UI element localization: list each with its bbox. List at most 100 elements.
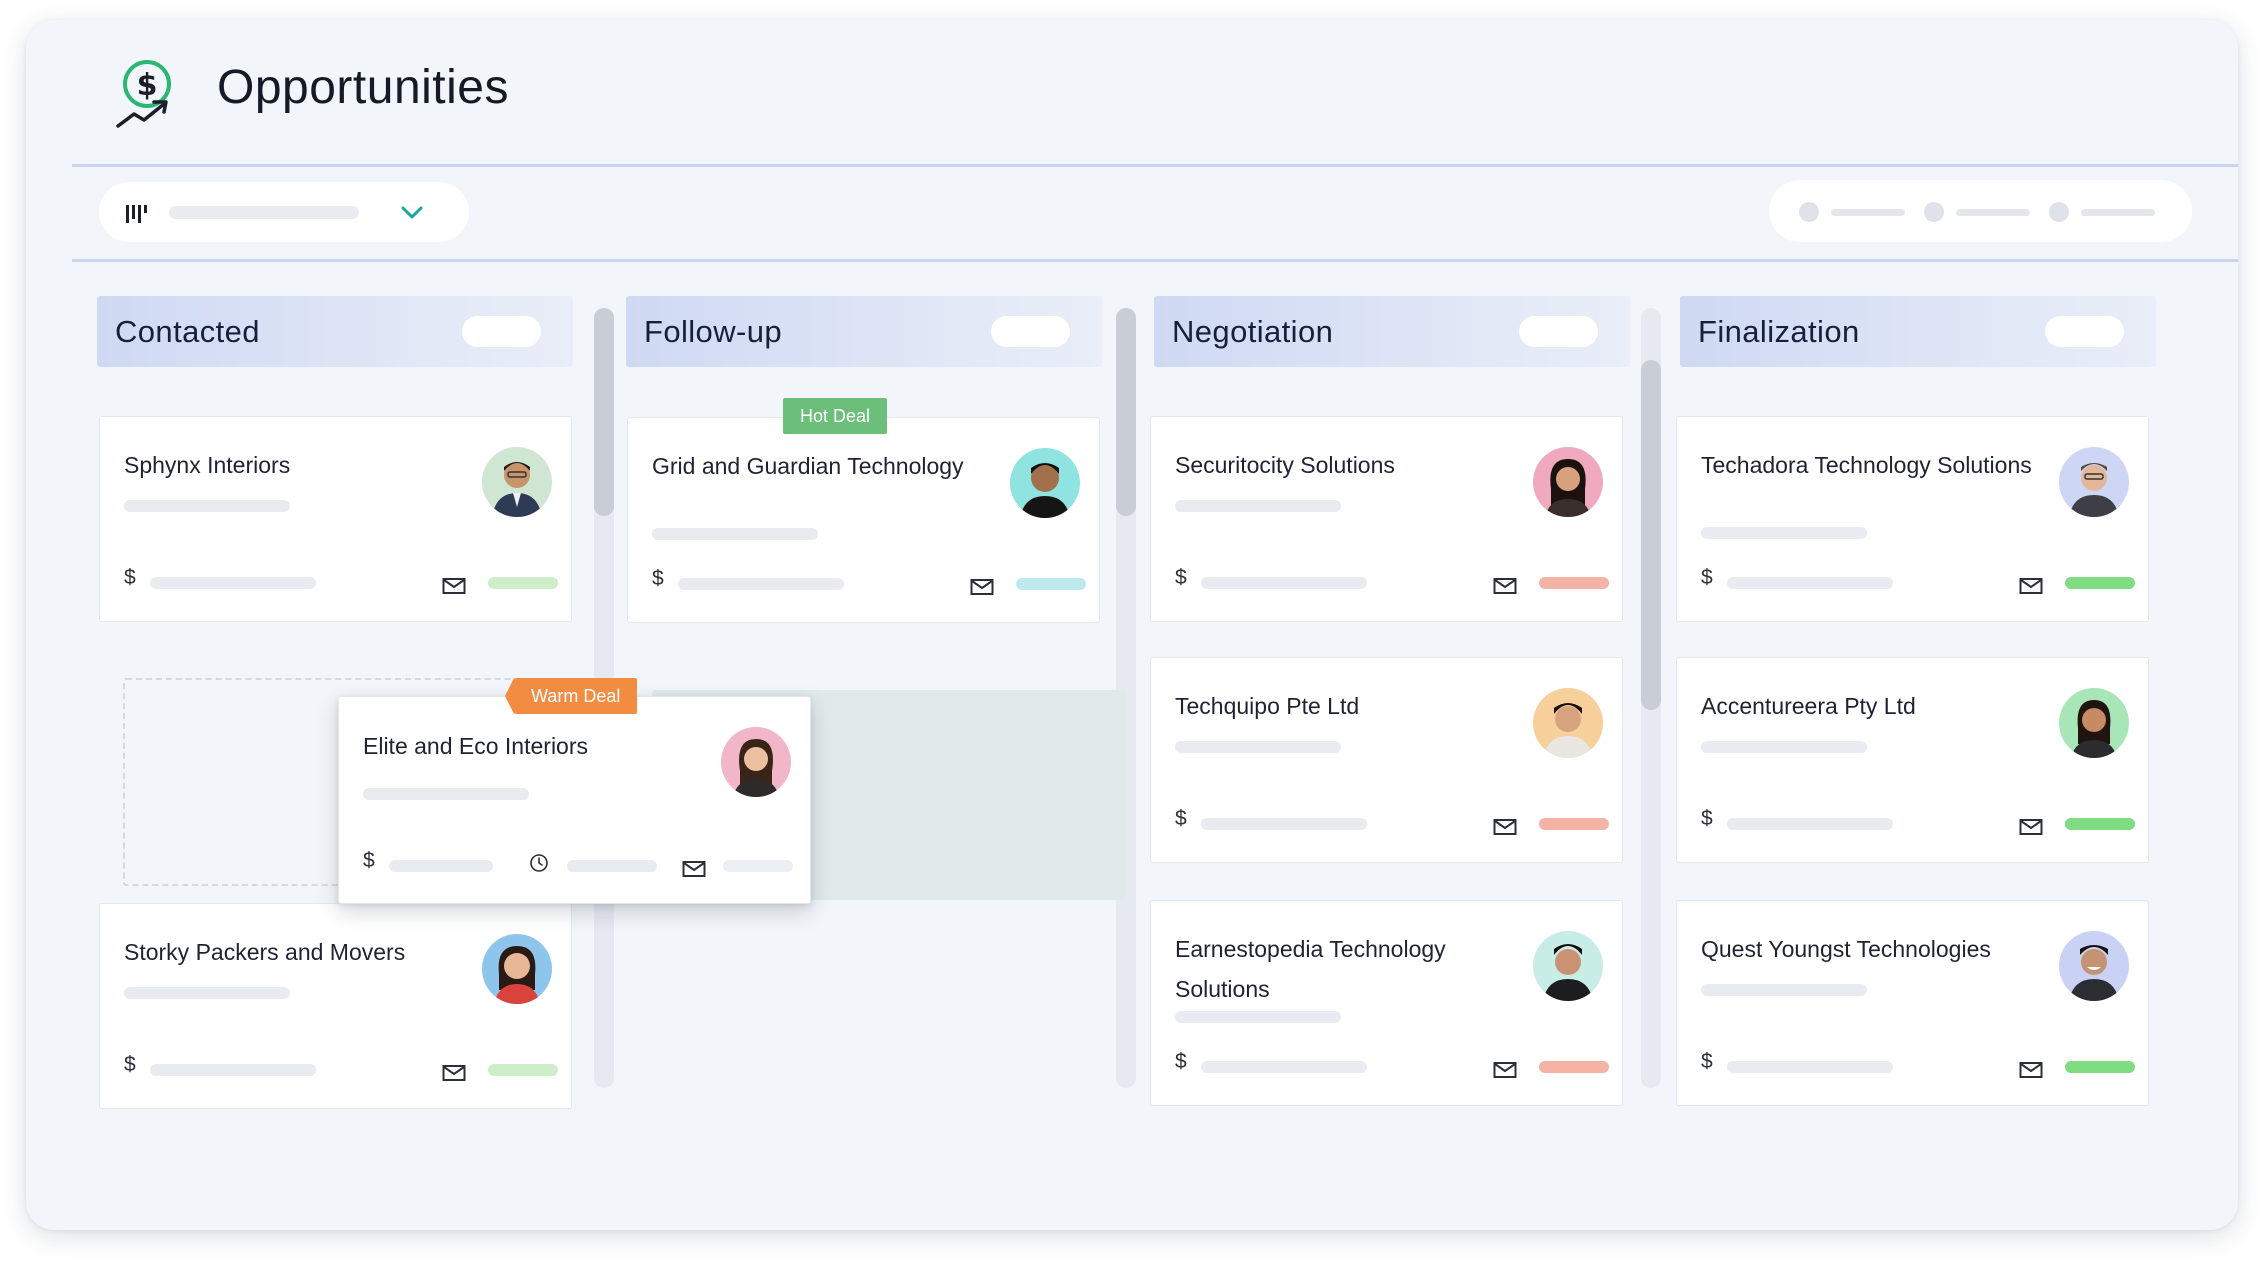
status-indicator <box>723 860 793 872</box>
filter-option-placeholder <box>1956 209 2030 216</box>
deal-card[interactable]: Techadora Technology Solutions $ <box>1676 416 2149 622</box>
company-name: Grid and Guardian Technology <box>652 453 964 479</box>
detail-placeholder <box>1701 984 1867 996</box>
deal-card[interactable]: Accentureera Pty Ltd $ <box>1676 657 2149 863</box>
mail-icon[interactable] <box>1493 577 1517 595</box>
status-indicator <box>1539 577 1609 589</box>
toolbar-divider <box>72 259 2238 262</box>
avatar <box>1010 448 1080 518</box>
app-window: $ Opportunities Contacted Follow-up Nego… <box>26 20 2238 1230</box>
amount-currency: $ <box>1701 807 1713 830</box>
deal-card[interactable]: Quest Youngst Technologies $ <box>1676 900 2149 1106</box>
deal-card[interactable]: Techquipo Pte Ltd $ <box>1150 657 1623 863</box>
avatar <box>2059 447 2129 517</box>
page-title: Opportunities <box>217 61 509 114</box>
avatar <box>482 934 552 1004</box>
amount-currency: $ <box>124 1053 136 1076</box>
status-indicator <box>1539 1061 1609 1073</box>
filter-option-placeholder <box>2081 209 2155 216</box>
company-name: Accentureera Pty Ltd <box>1701 693 1916 719</box>
amount-currency: $ <box>1701 1050 1713 1073</box>
detail-placeholder <box>652 528 818 540</box>
kanban-board-icon <box>126 205 147 223</box>
filter-controls[interactable] <box>1769 180 2192 242</box>
detail-placeholder <box>1175 741 1341 753</box>
amount-currency: $ <box>363 849 375 872</box>
mail-icon[interactable] <box>2019 1061 2043 1079</box>
column-title: Negotiation <box>1172 314 1334 349</box>
detail-placeholder <box>1175 1011 1341 1023</box>
deal-card[interactable]: Earnestopedia Technology Solutions $ <box>1150 900 1623 1106</box>
detail-placeholder <box>124 500 290 512</box>
amount-placeholder <box>1727 818 1893 830</box>
avatar <box>1533 688 1603 758</box>
amount-currency: $ <box>1175 1050 1187 1073</box>
avatar <box>2059 688 2129 758</box>
column-title: Contacted <box>115 314 260 349</box>
column-header-finalization: Finalization <box>1680 296 2156 367</box>
dragging-deal-card[interactable]: Elite and Eco Interiors $ <box>338 696 811 904</box>
selected-view-placeholder <box>169 206 359 219</box>
mail-icon[interactable] <box>1493 818 1517 836</box>
amount-currency: $ <box>1175 566 1187 589</box>
header-divider <box>72 164 2238 167</box>
deal-card[interactable]: Storky Packers and Movers $ <box>99 903 572 1109</box>
mail-icon[interactable] <box>970 578 994 596</box>
mail-icon[interactable] <box>2019 818 2043 836</box>
avatar <box>2059 931 2129 1001</box>
mail-icon[interactable] <box>682 860 706 878</box>
column-count-badge <box>462 316 541 347</box>
scrollbar-thumb[interactable] <box>1116 308 1136 516</box>
detail-placeholder <box>1701 527 1867 539</box>
company-name: Earnestopedia Technology Solutions <box>1175 936 1446 1002</box>
amount-placeholder <box>1201 1061 1367 1073</box>
amount-placeholder <box>1727 1061 1893 1073</box>
company-name: Quest Youngst Technologies <box>1701 936 1991 962</box>
scrollbar-thumb[interactable] <box>594 308 614 516</box>
status-indicator <box>2065 577 2135 589</box>
amount-placeholder <box>1727 577 1893 589</box>
detail-placeholder <box>1701 741 1867 753</box>
mail-icon[interactable] <box>442 1064 466 1082</box>
mail-icon[interactable] <box>1493 1061 1517 1079</box>
filter-option-radio[interactable] <box>1799 202 1819 222</box>
filter-option-radio[interactable] <box>1924 202 1944 222</box>
view-selector-dropdown[interactable] <box>99 182 469 242</box>
column-header-follow-up: Follow-up <box>626 296 1102 367</box>
detail-placeholder <box>1175 500 1341 512</box>
chevron-down-icon[interactable] <box>399 200 425 224</box>
column-header-negotiation: Negotiation <box>1154 296 1630 367</box>
hot-deal-tag: Hot Deal <box>783 398 888 434</box>
page-header: $ Opportunities <box>26 20 2238 166</box>
amount-currency: $ <box>1701 566 1713 589</box>
column-count-badge <box>2045 316 2124 347</box>
clock-icon <box>530 854 548 872</box>
amount-currency: $ <box>1175 807 1187 830</box>
amount-placeholder <box>389 860 493 872</box>
status-indicator <box>488 577 558 589</box>
avatar <box>1533 447 1603 517</box>
filter-option-radio[interactable] <box>2049 202 2069 222</box>
amount-placeholder <box>1201 577 1367 589</box>
deal-card[interactable]: Sphynx Interiors $ <box>99 416 572 622</box>
status-indicator <box>488 1064 558 1076</box>
column-count-badge <box>991 316 1070 347</box>
company-name: Storky Packers and Movers <box>124 939 406 965</box>
dollar-growth-icon: $ <box>116 60 171 128</box>
filter-option-placeholder <box>1831 209 1905 216</box>
company-name: Techadora Technology Solutions <box>1701 452 2032 478</box>
svg-text:$: $ <box>137 68 158 103</box>
column-title: Finalization <box>1698 314 1860 349</box>
column-header-contacted: Contacted <box>97 296 573 367</box>
deal-card[interactable]: Grid and Guardian Technology $ <box>627 417 1100 623</box>
scrollbar-thumb[interactable] <box>1641 360 1661 710</box>
column-title: Follow-up <box>644 314 782 349</box>
status-indicator <box>1016 578 1086 590</box>
amount-placeholder <box>150 1064 316 1076</box>
status-indicator <box>2065 818 2135 830</box>
mail-icon[interactable] <box>442 577 466 595</box>
deal-card[interactable]: Securitocity Solutions $ <box>1150 416 1623 622</box>
mail-icon[interactable] <box>2019 577 2043 595</box>
column-scrollbar[interactable] <box>1641 308 1661 1088</box>
amount-currency: $ <box>124 566 136 589</box>
